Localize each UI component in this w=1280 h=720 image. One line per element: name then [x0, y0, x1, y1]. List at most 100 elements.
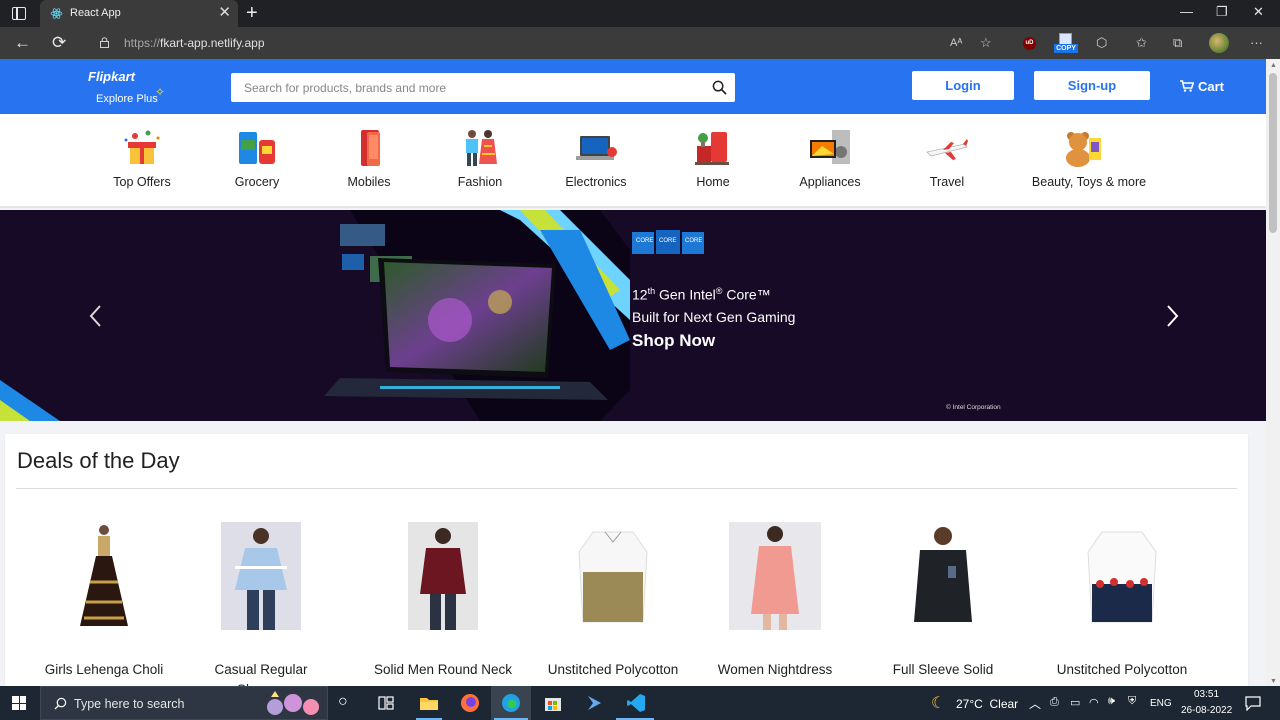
login-button[interactable]: Login: [912, 71, 1014, 100]
intel-core-badge-1: CORE: [636, 238, 654, 244]
wifi-icon[interactable]: ◠: [1089, 696, 1099, 709]
copy-extension-icon[interactable]: COPY: [1054, 32, 1078, 54]
appliances-icon: [810, 130, 850, 164]
product-card[interactable]: Women Nightdress: [705, 522, 845, 686]
category-home[interactable]: Home: [648, 114, 778, 208]
clock-date[interactable]: 26-08-2022: [1181, 705, 1232, 716]
site-header: Flipkart Explore Plus ✧ Login Sign-up Ca…: [0, 59, 1266, 114]
banner-gen-suffix: th: [647, 286, 656, 296]
favorite-star-icon[interactable]: ☆: [980, 33, 992, 53]
product-card[interactable]: Girls Lehenga Choli: [34, 522, 174, 686]
weather-text[interactable]: 27°C Clear: [956, 697, 1018, 711]
meet-now-icon[interactable]: ⎙: [1050, 696, 1059, 709]
url-scheme: https://: [124, 36, 161, 50]
volume-icon[interactable]: 🕪: [1108, 695, 1115, 708]
cart-icon: [1180, 80, 1194, 92]
vscode-icon[interactable]: [626, 693, 646, 713]
category-label: Fashion: [457, 175, 503, 189]
home-furniture-icon: [695, 132, 729, 165]
teddy-bear-icon: [1066, 132, 1101, 167]
product-card[interactable]: Unstitched Polycotton: [543, 522, 683, 686]
category-travel[interactable]: Travel: [882, 114, 1012, 208]
banner-headline: 12th Gen Intel® Core™: [632, 286, 771, 303]
category-label: Grocery: [234, 175, 280, 189]
product-card[interactable]: Solid Men Round Neck: [373, 522, 513, 686]
product-card[interactable]: Casual Regular Sleeves: [191, 522, 331, 686]
battery-icon[interactable]: ▭: [1070, 696, 1080, 709]
profile-avatar[interactable]: [1209, 33, 1229, 53]
search-icon[interactable]: [712, 80, 727, 95]
gift-icon: [124, 130, 160, 164]
product-image-lehenga: [74, 522, 134, 630]
category-electronics[interactable]: Electronics: [531, 114, 661, 208]
category-fashion[interactable]: Fashion: [415, 114, 545, 208]
category-label: Electronics: [565, 175, 627, 189]
product-image-shirt-khaki: [575, 522, 651, 630]
product-card[interactable]: Unstitched Polycotton: [1052, 522, 1192, 686]
signup-button[interactable]: Sign-up: [1034, 71, 1150, 100]
favorites-icon[interactable]: ✩: [1136, 33, 1147, 53]
tab-actions-icon[interactable]: [12, 7, 26, 20]
ublock-extension-icon[interactable]: uD: [1023, 37, 1036, 50]
language-indicator[interactable]: ENG: [1150, 698, 1172, 709]
back-icon[interactable]: ←: [14, 33, 31, 53]
cart-label: Cart: [1198, 79, 1225, 94]
category-top-offers[interactable]: Top Offers: [77, 114, 207, 208]
category-appliances[interactable]: Appliances: [765, 114, 895, 208]
task-view-icon[interactable]: [378, 696, 394, 710]
clock-time[interactable]: 03:51: [1194, 689, 1219, 700]
show-hidden-icons-icon[interactable]: ︿: [1029, 695, 1041, 712]
read-aloud-icon[interactable]: Aᴬ: [950, 33, 962, 53]
laptop-icon: [576, 136, 617, 160]
page-scrollbar[interactable]: ▲ ▼: [1266, 59, 1280, 686]
refresh-icon[interactable]: ⟳: [52, 33, 66, 53]
firefox-icon[interactable]: [460, 693, 480, 713]
windows-start-icon[interactable]: [12, 696, 26, 710]
shop-now-link[interactable]: Shop Now: [632, 331, 715, 351]
banner-gen-number: 12: [632, 286, 648, 303]
banner-copyright: © Intel Corporation: [946, 404, 1001, 411]
airplane-icon: [926, 139, 968, 160]
file-explorer-icon[interactable]: [419, 693, 439, 713]
scroll-down-icon[interactable]: ▼: [1270, 678, 1277, 685]
edge-icon[interactable]: [501, 693, 521, 713]
maximize-icon[interactable]: ❐: [1216, 4, 1228, 20]
power-automate-icon[interactable]: [585, 693, 605, 713]
notifications-icon[interactable]: [1245, 696, 1261, 711]
tab-title: React App: [70, 7, 121, 19]
category-grocery[interactable]: Grocery: [192, 114, 322, 208]
intel-core-badge-2: CORE: [659, 238, 677, 244]
category-label: Beauty, Toys & more: [1031, 175, 1147, 189]
hero-banner-carousel[interactable]: CORE CORE CORE 12th Gen Intel® Core™ Bui…: [0, 210, 1266, 421]
carousel-next-icon[interactable]: [1162, 302, 1182, 330]
webpage-viewport: Flipkart Explore Plus ✧ Login Sign-up Ca…: [0, 59, 1266, 686]
url-text: https://fkart-app.netlify.app: [124, 36, 265, 50]
product-card[interactable]: Full Sleeve Solid: [873, 522, 1013, 686]
close-window-icon[interactable]: ✕: [1253, 4, 1264, 20]
browser-tab-react-app[interactable]: React App ✕: [40, 0, 238, 27]
cart-link[interactable]: Cart: [1180, 79, 1224, 94]
carousel-prev-icon[interactable]: [86, 302, 106, 330]
category-beauty-toys[interactable]: Beauty, Toys & more: [1009, 114, 1169, 208]
search-highlight-illustration: [267, 691, 319, 715]
taskbar-search-box[interactable]: Type here to search: [40, 686, 328, 720]
product-name: Solid Men Round Neck: [373, 662, 513, 677]
search-input[interactable]: [231, 73, 701, 102]
extensions-puzzle-icon[interactable]: ⬡: [1096, 33, 1107, 53]
scroll-up-icon[interactable]: ▲: [1270, 62, 1277, 69]
more-menu-icon[interactable]: ···: [1250, 33, 1263, 53]
collections-icon[interactable]: ⧉: [1173, 33, 1182, 53]
close-tab-icon[interactable]: ✕: [218, 4, 231, 22]
product-image-hoodie: [908, 522, 978, 630]
moon-weather-icon[interactable]: ☾: [931, 693, 945, 713]
banner-subheadline: Built for Next Gen Gaming: [632, 309, 796, 325]
category-label: Appliances: [799, 175, 861, 189]
new-tab-icon[interactable]: +: [246, 2, 258, 24]
url-field[interactable]: https://fkart-app.netlify.app: [86, 30, 1016, 56]
scrollbar-thumb[interactable]: [1269, 73, 1277, 233]
antivirus-tray-icon[interactable]: ⛨: [1128, 695, 1136, 708]
minimize-icon[interactable]: —: [1180, 4, 1193, 19]
cortana-icon[interactable]: ○: [338, 693, 348, 711]
microsoft-store-icon[interactable]: [543, 693, 563, 713]
deals-title: Deals of the Day: [17, 448, 180, 473]
